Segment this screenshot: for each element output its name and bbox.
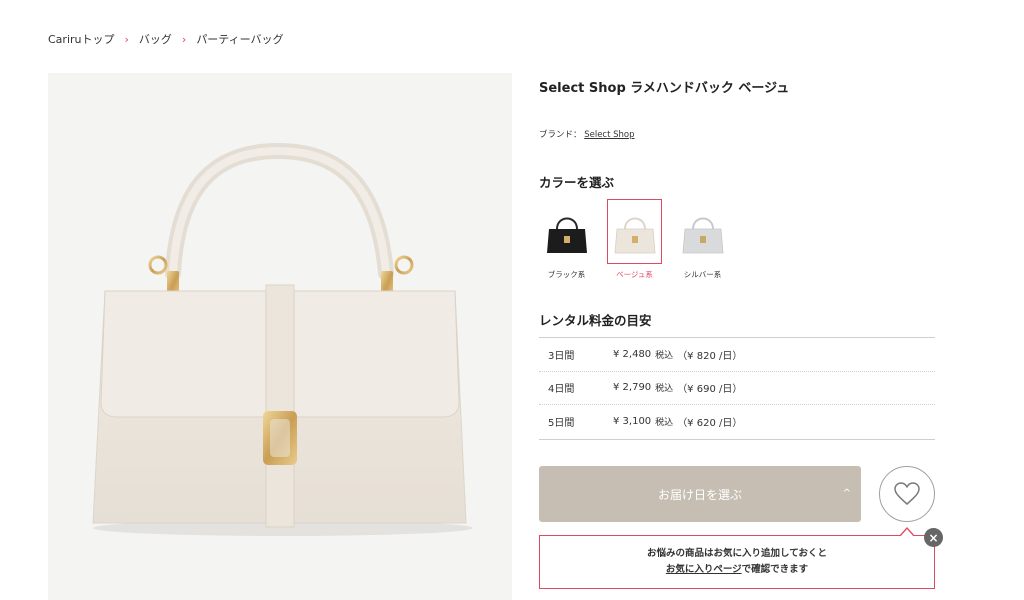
delivery-button-label: お届け日を選ぶ xyxy=(657,487,742,502)
color-option-silver[interactable]: シルバー系 xyxy=(675,199,730,280)
price-table: 3日間 ¥ 2,480 税込 （¥ 820 /日） 4日間 ¥ 2,790 税込… xyxy=(539,337,935,440)
tax-label: 税込 xyxy=(655,350,674,361)
beige-handbag-image xyxy=(92,142,473,536)
brand-row: ブランド： Select Shop xyxy=(539,128,635,140)
color-swatches: ブラック系 ベージュ系 シルバー系 xyxy=(539,199,730,280)
color-option-black[interactable]: ブラック系 xyxy=(539,199,594,280)
rental-price: ¥ 2,790 xyxy=(613,382,652,394)
tooltip-arrow-inner xyxy=(900,529,914,537)
per-day-price: （¥ 820 /日） xyxy=(677,350,743,362)
color-option-beige[interactable]: ベージュ系 xyxy=(607,199,662,280)
per-day-price: （¥ 620 /日） xyxy=(677,418,743,430)
tooltip-line1: お悩みの商品はお気に入り追加しておくと xyxy=(647,548,827,559)
favorite-button[interactable] xyxy=(879,466,935,522)
tax-label: 税込 xyxy=(655,418,674,429)
breadcrumb-item-top[interactable]: Cariruトップ xyxy=(48,31,115,47)
breadcrumb-separator-icon: › xyxy=(124,32,129,46)
brand-link[interactable]: Select Shop xyxy=(584,130,634,140)
rental-price: ¥ 2,480 xyxy=(613,348,652,360)
rental-price: ¥ 3,100 xyxy=(613,416,652,428)
swatch-thumbnail xyxy=(607,199,662,264)
breadcrumb-item-bag[interactable]: バッグ xyxy=(139,31,172,47)
price-row: 4日間 ¥ 2,790 税込 （¥ 690 /日） xyxy=(539,372,935,405)
tooltip-line2-suffix: で確認できます xyxy=(741,564,809,575)
color-option-label: シルバー系 xyxy=(683,270,722,279)
breadcrumb-separator-icon: › xyxy=(181,32,187,46)
favorites-page-link[interactable]: お気に入りページ xyxy=(666,564,742,575)
brand-label: ブランド： xyxy=(539,130,582,140)
color-heading: カラーを選ぶ xyxy=(539,175,615,190)
silver-bag-thumbnail xyxy=(682,217,723,253)
rental-days: 3日間 xyxy=(548,350,575,362)
select-delivery-date-button[interactable]: お届け日を選ぶ ^ xyxy=(539,466,861,522)
chevron-up-icon: ^ xyxy=(842,488,851,499)
black-bag-thumbnail xyxy=(546,217,587,253)
rental-days: 5日間 xyxy=(548,418,575,430)
product-image[interactable] xyxy=(48,73,512,600)
rental-days: 4日間 xyxy=(548,384,575,396)
tooltip-close-button[interactable]: × xyxy=(924,528,943,547)
color-option-label: ベージュ系 xyxy=(616,270,653,279)
price-row: 3日間 ¥ 2,480 税込 （¥ 820 /日） xyxy=(539,338,935,372)
swatch-thumbnail xyxy=(539,199,594,264)
tooltip-line2: お気に入りページで確認できます xyxy=(666,562,808,578)
tax-label: 税込 xyxy=(655,384,674,395)
beige-bag-thumbnail xyxy=(614,217,655,253)
breadcrumb: Cariruトップ › バッグ › パーティーバッグ xyxy=(48,31,284,47)
heart-icon xyxy=(894,482,920,505)
product-title: Select Shop ラメハンドバック ベージュ xyxy=(539,81,790,96)
price-heading: レンタル料金の目安 xyxy=(539,313,652,328)
breadcrumb-item-current: パーティーバッグ xyxy=(196,33,284,46)
per-day-price: （¥ 690 /日） xyxy=(677,384,743,396)
favorite-tooltip: お悩みの商品はお気に入り追加しておくと お気に入りページで確認できます xyxy=(539,535,935,589)
swatch-thumbnail xyxy=(675,199,730,264)
color-option-label: ブラック系 xyxy=(547,270,586,279)
price-row: 5日間 ¥ 3,100 税込 （¥ 620 /日） xyxy=(539,405,935,439)
